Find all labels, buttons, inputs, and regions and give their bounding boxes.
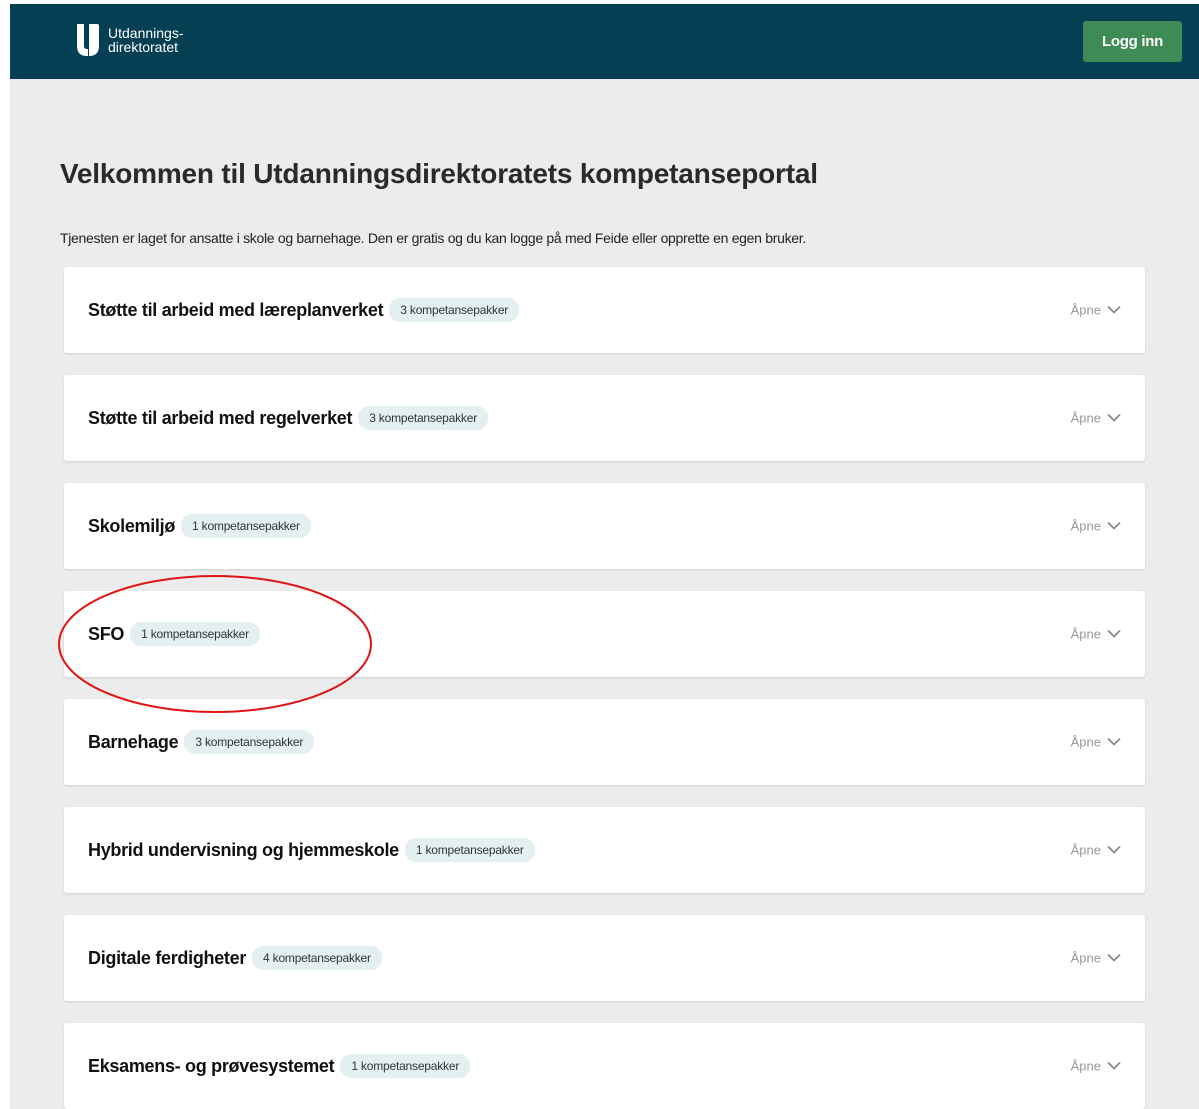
chevron-down-icon xyxy=(1107,521,1121,530)
top-bar: Utdannings- direktoratet Logg inn xyxy=(10,4,1199,79)
open-label: Åpne xyxy=(1070,302,1101,318)
count-badge: 4 kompetansepakker xyxy=(252,946,382,970)
open-toggle[interactable]: Åpne xyxy=(1071,519,1121,534)
accordion-title: Barnehage xyxy=(88,731,179,752)
chevron-down-icon xyxy=(1107,737,1121,746)
open-toggle[interactable]: Åpne xyxy=(1071,735,1121,750)
accordion-item-eksamen[interactable]: Eksamens- og prøvesystemet 1 kompetansep… xyxy=(64,1023,1145,1109)
udir-logo-icon xyxy=(75,24,101,56)
accordion-item-skolemiljo[interactable]: Skolemiljø 1 kompetansepakker Åpne xyxy=(64,483,1145,569)
chevron-down-icon xyxy=(1107,953,1121,962)
page-title: Velkommen til Utdanningsdirektoratets ko… xyxy=(60,158,818,189)
open-toggle[interactable]: Åpne xyxy=(1071,1059,1121,1074)
accordion-title: Digitale ferdigheter xyxy=(88,947,247,968)
logo-line-1: Utdannings- xyxy=(108,25,184,41)
accordion-title: Hybrid undervisning og hjemmeskole xyxy=(88,839,399,860)
login-button[interactable]: Logg inn xyxy=(1083,21,1182,62)
intro-text: Tjenesten er laget for ansatte i skole o… xyxy=(60,230,806,246)
count-badge: 1 kompetansepakker xyxy=(404,838,535,862)
chevron-down-icon xyxy=(1107,629,1121,638)
count-badge: 3 kompetansepakker xyxy=(358,406,488,430)
open-label: Åpne xyxy=(1070,410,1101,426)
chevron-down-icon xyxy=(1107,305,1121,314)
open-label: Åpne xyxy=(1070,626,1101,642)
open-toggle[interactable]: Åpne xyxy=(1071,411,1121,426)
count-badge: 3 kompetansepakker xyxy=(184,730,315,754)
page: Utdannings- direktoratet Logg inn Velkom… xyxy=(10,4,1199,1109)
count-badge: 3 kompetansepakker xyxy=(389,298,520,322)
accordion-title: Skolemiljø xyxy=(88,515,176,536)
accordion-title: Eksamens- og prøvesystemet xyxy=(88,1055,335,1076)
chevron-down-icon xyxy=(1107,1061,1121,1070)
chevron-down-icon xyxy=(1107,845,1121,854)
logo-line-2: direktoratet xyxy=(108,39,179,55)
open-toggle[interactable]: Åpne xyxy=(1071,303,1121,318)
open-label: Åpne xyxy=(1070,950,1101,966)
logo-text: Utdannings- direktoratet xyxy=(108,26,184,54)
accordion-item-digitale-ferdigheter[interactable]: Digitale ferdigheter 4 kompetansepakker … xyxy=(64,915,1145,1001)
highlight-circle-annotation xyxy=(58,575,372,713)
open-toggle[interactable]: Åpne xyxy=(1071,843,1121,858)
accordion-title: Støtte til arbeid med læreplanverket xyxy=(88,299,384,320)
accordion-title: Støtte til arbeid med regelverket xyxy=(88,407,353,428)
open-toggle[interactable]: Åpne xyxy=(1071,951,1121,966)
accordion-item-regelverket[interactable]: Støtte til arbeid med regelverket 3 komp… xyxy=(64,375,1145,461)
open-toggle[interactable]: Åpne xyxy=(1071,627,1121,642)
count-badge: 1 kompetansepakker xyxy=(181,514,311,538)
open-label: Åpne xyxy=(1070,1058,1101,1074)
chevron-down-icon xyxy=(1107,413,1121,422)
open-label: Åpne xyxy=(1070,518,1101,534)
accordion-item-laereplanverket[interactable]: Støtte til arbeid med læreplanverket 3 k… xyxy=(64,267,1145,353)
accordion-item-hybrid-undervisning[interactable]: Hybrid undervisning og hjemmeskole 1 kom… xyxy=(64,807,1145,893)
udir-logo[interactable]: Utdannings- direktoratet xyxy=(75,24,184,56)
open-label: Åpne xyxy=(1070,734,1101,750)
count-badge: 1 kompetansepakker xyxy=(340,1054,471,1078)
open-label: Åpne xyxy=(1070,842,1101,858)
